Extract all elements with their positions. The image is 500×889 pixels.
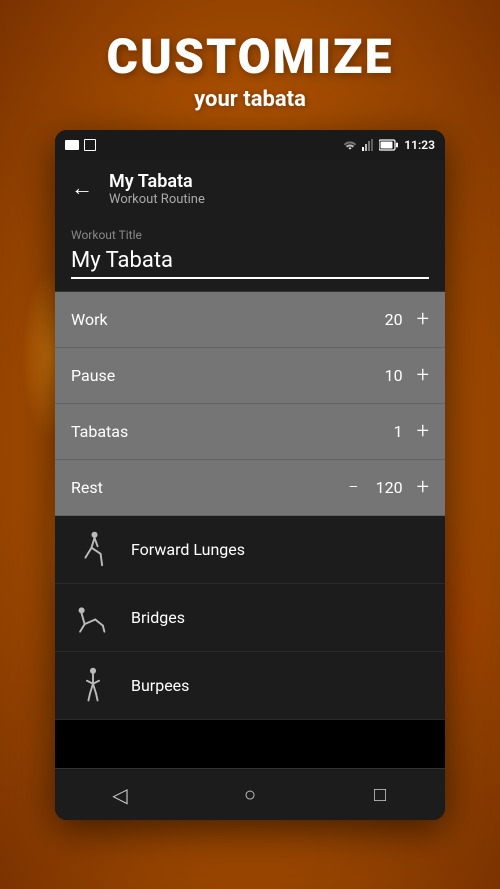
exercise-name: Forward Lunges [131,540,245,559]
increment-button-work[interactable]: + [417,309,429,331]
increment-button-tabatas[interactable]: + [417,421,429,443]
setting-row-work: Work 20 + [55,292,445,348]
setting-value-rest: 120 [373,478,403,497]
toolbar: ← My Tabata Workout Routine [55,160,445,218]
status-bar: 11:23 [55,130,445,160]
setting-label-work: Work [71,310,108,329]
hero-subtitle: your tabata [0,87,500,112]
setting-value-work: 20 [373,310,403,329]
calendar-status-icon [84,139,96,151]
setting-controls-pause: 10 + [373,365,429,387]
back-button[interactable]: ← [71,178,93,200]
exercise-name: Burpees [131,676,189,695]
setting-row-pause: Pause 10 + [55,348,445,404]
status-bar-right: 11:23 [343,138,435,152]
signal-icon [362,139,374,151]
exercise-row[interactable]: Bridges [55,584,445,652]
setting-row-tabatas: Tabatas1+ [55,404,445,460]
increment-button-rest[interactable]: + [417,477,429,499]
setting-controls-rest: −120 + [348,477,429,499]
nav-back-button[interactable]: ◁ [95,775,145,815]
workout-title-input[interactable]: My Tabata [71,248,429,279]
exercise-icon-lunge [71,528,115,572]
hero-title: CUSTOMIZE [0,28,500,85]
setting-label-rest: Rest [71,478,103,497]
workout-title-section: Workout Title My Tabata [55,218,445,292]
status-time: 11:23 [404,138,435,152]
hero-section: CUSTOMIZE your tabata [0,28,500,112]
setting-controls-tabatas: 1+ [373,421,429,443]
image-status-icon [65,140,79,150]
nav-recent-button[interactable]: □ [355,775,405,815]
status-bar-left [65,139,96,151]
exercise-icon-bridge [71,596,115,640]
nav-home-button[interactable]: ○ [225,775,275,815]
nav-bar: ◁ ○ □ [55,768,445,820]
toolbar-title-block: My Tabata Workout Routine [109,171,205,207]
setting-value-tabatas: 1 [373,422,403,441]
battery-icon [379,139,399,151]
exercise-section: Forward Lunges Bridges Burpees [55,516,445,720]
increment-button-pause[interactable]: + [417,365,429,387]
setting-row-rest: Rest −120 + [55,460,445,516]
wifi-icon [343,139,357,151]
settings-section: Work20+Pause10+Tabatas1+Rest−120+ [55,292,445,516]
setting-label-tabatas: Tabatas [71,422,128,441]
setting-value-pause: 10 [373,366,403,385]
exercise-row[interactable]: Burpees [55,652,445,720]
exercise-row[interactable]: Forward Lunges [55,516,445,584]
exercise-name: Bridges [131,608,185,627]
setting-controls-work: 20 + [373,309,429,331]
workout-title-label: Workout Title [71,228,429,242]
toolbar-subtitle: Workout Routine [109,192,205,207]
decrement-button-rest[interactable]: − [348,479,358,497]
setting-label-pause: Pause [71,366,115,385]
phone-frame: 11:23 ← My Tabata Workout Routine Workou… [55,130,445,820]
toolbar-title: My Tabata [109,171,205,192]
exercise-icon-burpee [71,664,115,708]
